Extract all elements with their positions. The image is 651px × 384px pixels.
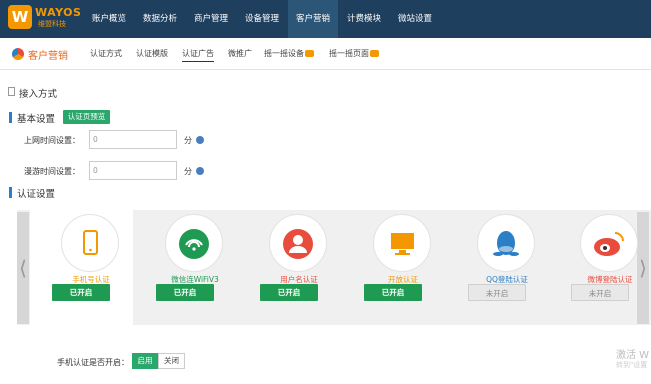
sub-header: 客户营销 认证方式 认证模版 认证广告 微推广 摇一摇设备 摇一摇页面 <box>0 38 651 70</box>
logo-title: WAYOS <box>35 6 82 19</box>
auth-icon-circle <box>61 214 119 272</box>
tab-shake-page[interactable]: 摇一摇页面 <box>329 48 379 62</box>
nav-item-merchant-management[interactable]: 商户管理 <box>186 0 236 38</box>
roaming-time-label: 漫游时间设置： <box>24 167 80 176</box>
brand-logo[interactable]: W WAYOS 维盟科技 <box>8 5 82 33</box>
auth-icon-circle <box>477 214 535 272</box>
tab-shake-device-label: 摇一摇设备 <box>264 49 304 58</box>
top-nav-bar: W WAYOS 维盟科技 账户概览 数据分析 商户管理 设备管理 客户营销 计费… <box>0 0 651 38</box>
qq-icon <box>493 231 519 256</box>
auth-status-button[interactable]: 已开启 <box>52 284 110 301</box>
auth-page-preview-button[interactable]: 认证页预览 <box>63 110 110 124</box>
disable-button[interactable]: 关闭 <box>158 353 185 369</box>
tab-shake-page-label: 摇一摇页面 <box>329 49 369 58</box>
logo-subtitle: 维盟科技 <box>38 20 66 28</box>
basic-settings-heading: 基本设置 <box>17 114 56 125</box>
document-icon <box>8 87 15 96</box>
online-time-label: 上网时间设置： <box>24 136 80 145</box>
heading-marker <box>9 112 12 123</box>
tab-auth-template[interactable]: 认证模版 <box>136 48 168 62</box>
roaming-time-input[interactable]: 0 <box>89 161 177 180</box>
help-icon[interactable] <box>196 167 204 175</box>
new-badge-icon <box>370 50 379 57</box>
auth-icon-circle <box>269 214 327 272</box>
mobile-phone-icon <box>83 230 98 255</box>
auth-icon-circle <box>580 214 638 272</box>
tab-auth-ads[interactable]: 认证广告 <box>182 48 214 62</box>
online-time-input[interactable]: 0 <box>89 130 177 149</box>
tab-micro-promotion[interactable]: 微推广 <box>228 48 252 62</box>
new-badge-icon <box>305 50 314 57</box>
phone-auth-toggle-label: 手机认证是否开启： <box>57 358 129 367</box>
auth-icon-circle <box>165 214 223 272</box>
section-title: 接入方式 <box>19 89 58 100</box>
auth-settings-heading: 认证设置 <box>17 189 56 200</box>
nav-item-device-management[interactable]: 设备管理 <box>237 0 287 38</box>
help-icon[interactable] <box>196 136 204 144</box>
marketing-icon <box>12 48 24 60</box>
nav-item-customer-marketing[interactable]: 客户营销 <box>288 0 338 38</box>
auth-status-button[interactable]: 已开启 <box>364 284 422 301</box>
activation-watermark: 激活 W <box>616 350 650 361</box>
nav-item-microsite-settings[interactable]: 微站设置 <box>390 0 440 38</box>
heading-marker <box>9 187 12 198</box>
auth-status-button[interactable]: 已开启 <box>156 284 214 301</box>
page-title: 客户营销 <box>28 51 68 62</box>
wechat-wifi-icon <box>179 229 209 259</box>
auth-icon-circle <box>373 214 431 272</box>
logo-mark: W <box>8 5 32 29</box>
auth-status-button[interactable]: 未开启 <box>468 284 526 301</box>
nav-item-account-overview[interactable]: 账户概览 <box>84 0 134 38</box>
monitor-icon <box>391 233 414 255</box>
user-icon <box>283 229 313 259</box>
roaming-time-unit: 分 <box>184 167 192 176</box>
enable-button[interactable]: 启用 <box>132 353 158 369</box>
auth-status-button[interactable]: 已开启 <box>260 284 318 301</box>
nav-item-billing[interactable]: 计费模块 <box>339 0 389 38</box>
auth-status-button[interactable]: 未开启 <box>571 284 629 301</box>
carousel-prev-arrow-icon[interactable]: ⟨ <box>17 212 29 324</box>
tab-shake-device[interactable]: 摇一摇设备 <box>264 48 314 62</box>
tab-auth-method[interactable]: 认证方式 <box>90 48 122 62</box>
weibo-icon <box>594 232 624 256</box>
online-time-unit: 分 <box>184 136 192 145</box>
activation-watermark-sub: 转到"设置 <box>616 361 648 369</box>
nav-item-data-analysis[interactable]: 数据分析 <box>135 0 185 38</box>
